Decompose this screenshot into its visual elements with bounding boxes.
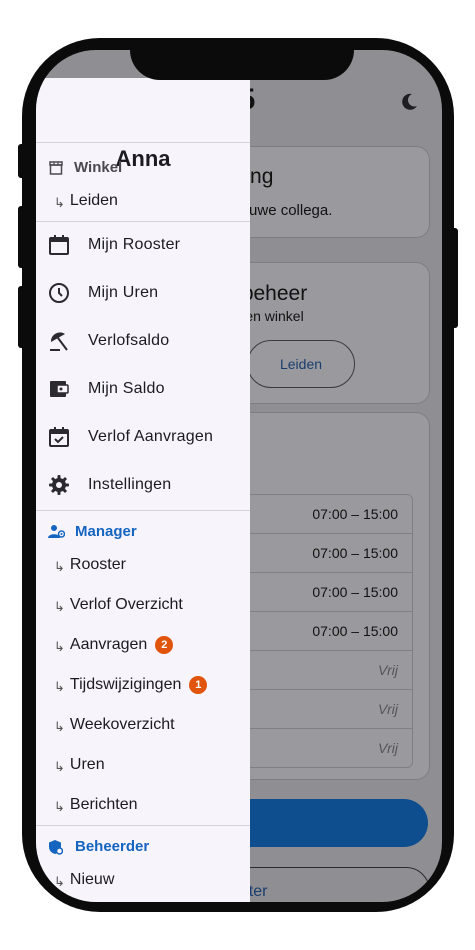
menu-item-label: Verlof Aanvragen [88,428,214,445]
admin-section-header: Beheerder [48,838,149,855]
store-select-button[interactable]: Leiden [247,340,355,388]
sub-arrow-icon: ↳ [54,719,65,734]
manager-item-label: Uren [69,756,105,773]
clock-icon [48,282,70,304]
menu-item-label: Mijn Rooster [88,236,181,253]
menu-item-mijn-uren[interactable]: Mijn Uren [36,281,250,305]
schedule-row: 07:00 – 15:00 [230,612,412,651]
calendar-icon [48,234,70,256]
store-value-label: Leiden [69,192,118,209]
sub-arrow-icon: ↳ [54,639,65,654]
manager-icon [48,525,65,538]
wallet-icon [48,378,70,400]
menu-item-label: Verlofsaldo [88,332,170,349]
menu-item-label: Mijn Saldo [88,380,165,397]
sub-arrow-icon: ↳ [54,599,65,614]
sub-arrow-icon: ↳ [54,195,65,210]
phone-screen: 55 eling nieuwe collega. r beheer r een … [36,50,442,902]
manager-section-header: Manager [48,523,137,540]
manager-item-label: Tijdswijzigingen [69,676,182,693]
admin-section-label: Beheerder [75,838,150,855]
divider [36,221,250,222]
divider [36,825,250,826]
divider [36,142,250,143]
menu-item-verlofsaldo[interactable]: Verlofsaldo [36,329,250,353]
beach-umbrella-icon [48,330,70,352]
menu-item-instellingen[interactable]: Instellingen [36,473,250,497]
calendar-check-icon [48,426,70,448]
menu-item-mijn-rooster[interactable]: Mijn Rooster [36,233,250,257]
menu-item-label: Instellingen [88,476,172,493]
schedule-button[interactable]: ooster [222,867,430,902]
schedule-row: Vrij [230,690,412,729]
sub-arrow-icon: ↳ [54,559,65,574]
manager-item-label: Aanvragen [69,636,148,653]
admin-item-nieuw[interactable]: ↳ Nieuw [54,871,114,889]
store-value[interactable]: ↳ Leiden [54,192,118,210]
manager-item-label: Rooster [69,556,126,573]
divider [36,510,250,511]
notification-badge: 1 [189,676,208,694]
manager-item-verlof-overzicht[interactable]: ↳ Verlof Overzicht [54,596,183,614]
manager-item-label: Verlof Overzicht [69,596,183,613]
store-section-label: Winkel [74,159,123,176]
schedule-table: 07:00 – 15:00 07:00 – 15:00 07:00 – 15:0… [229,494,413,768]
schedule-row: Vrij [378,740,398,756]
sub-arrow-icon: ↳ [54,874,65,889]
schedule-row: 07:00 – 15:00 [230,534,412,573]
sub-arrow-icon: ↳ [54,679,65,694]
schedule-row: Vrij [230,651,412,690]
manager-item-tijdswijzigingen[interactable]: ↳ Tijdswijzigingen 1 [54,676,208,694]
notification-badge: 2 [155,636,174,654]
store-section-header: Winkel [48,159,122,176]
manager-section-label: Manager [75,523,137,540]
primary-action-button[interactable]: den [222,799,428,847]
sub-arrow-icon: ↳ [54,759,65,774]
schedule-row: 07:00 – 15:00 [230,573,412,612]
manager-item-label: Weekoverzicht [69,716,175,733]
navigation-drawer: Anna Winkel ↳ Leiden Mijn Rooster Mijn U… [36,78,250,902]
admin-shield-icon [49,839,63,855]
manager-item-aanvragen[interactable]: ↳ Aanvragen 2 [54,636,174,654]
manager-item-rooster[interactable]: ↳ Rooster [54,556,126,574]
manager-item-uren[interactable]: ↳ Uren [54,756,105,774]
admin-item-label: Nieuw [69,871,115,888]
menu-item-mijn-saldo[interactable]: Mijn Saldo [36,377,250,401]
menu-item-verlof-aanvragen[interactable]: Verlof Aanvragen [36,425,250,449]
phone-notch [130,40,354,80]
dark-mode-toggle-icon[interactable] [399,92,419,112]
store-icon [49,160,63,175]
sub-arrow-icon: ↳ [54,799,65,814]
menu-item-label: Mijn Uren [88,284,159,301]
gear-icon [48,474,70,496]
manager-item-weekoverzicht[interactable]: ↳ Weekoverzicht [54,716,175,734]
manager-item-berichten[interactable]: ↳ Berichten [54,796,138,814]
schedule-row: 07:00 – 15:00 [230,495,412,534]
manager-item-label: Berichten [69,796,138,813]
